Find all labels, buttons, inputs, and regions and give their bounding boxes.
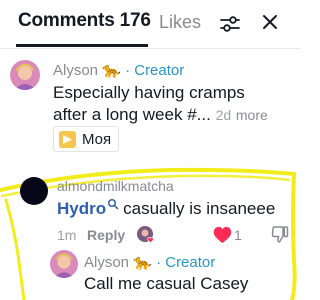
username-text[interactable]: Alyson xyxy=(84,254,129,271)
comment-text-line2-content: after a long week #... xyxy=(53,105,211,124)
username-text[interactable]: Alyson xyxy=(53,62,98,79)
creator-avatar[interactable] xyxy=(50,250,78,278)
commenter-avatar[interactable] xyxy=(20,177,48,205)
badge-separator: · xyxy=(125,62,131,79)
reply-text: Call me casual Casey xyxy=(84,274,249,293)
sliders-icon[interactable] xyxy=(219,13,241,35)
creator-liked-icon xyxy=(136,225,155,244)
creator-avatar[interactable] xyxy=(10,60,40,90)
heart-icon[interactable] xyxy=(213,226,232,244)
reply-button[interactable]: Reply xyxy=(87,227,125,243)
tab-likes[interactable]: Likes xyxy=(159,12,201,33)
sound-chip[interactable]: Моя xyxy=(53,126,120,152)
like-count: 1 xyxy=(234,227,242,243)
comment-timestamp: 2d xyxy=(215,107,232,123)
creator-badge: Creator xyxy=(134,62,185,79)
chip-label: Моя xyxy=(82,130,112,148)
tab-comments[interactable]: Comments 176 xyxy=(18,10,151,32)
thumbs-down-icon[interactable] xyxy=(271,225,289,244)
comment-username[interactable]: Alyson 🐆 · Creator xyxy=(53,61,184,79)
comment-text-line2: after a long week #... 2d more xyxy=(53,104,268,126)
reply-username[interactable]: Alyson 🐆 · Creator xyxy=(84,253,215,271)
comment-timestamp: 1m xyxy=(57,227,77,243)
comment-username[interactable]: almondmilkmatcha xyxy=(57,178,174,194)
sparkle-icon xyxy=(59,130,76,148)
search-highlight-link[interactable]: Hydro xyxy=(57,199,106,218)
close-icon[interactable] xyxy=(259,11,281,33)
more-link[interactable]: more xyxy=(236,107,268,123)
leopard-icon: 🐆 xyxy=(102,62,121,79)
comments-header: Comments 176 Likes xyxy=(0,0,300,48)
comment-text-content: casually is insaneee xyxy=(123,199,276,218)
comment-text: Hydro casually is insaneee xyxy=(57,198,275,220)
header-divider xyxy=(0,48,300,49)
active-tab-indicator xyxy=(16,44,148,47)
leopard-icon: 🐆 xyxy=(133,254,152,271)
creator-badge: Creator xyxy=(165,254,216,271)
comment-actions: 1m Reply 1 xyxy=(57,225,293,247)
badge-separator: · xyxy=(156,254,162,271)
comment-text-line1: Especially having cramps xyxy=(53,83,245,102)
search-icon[interactable] xyxy=(107,198,119,210)
